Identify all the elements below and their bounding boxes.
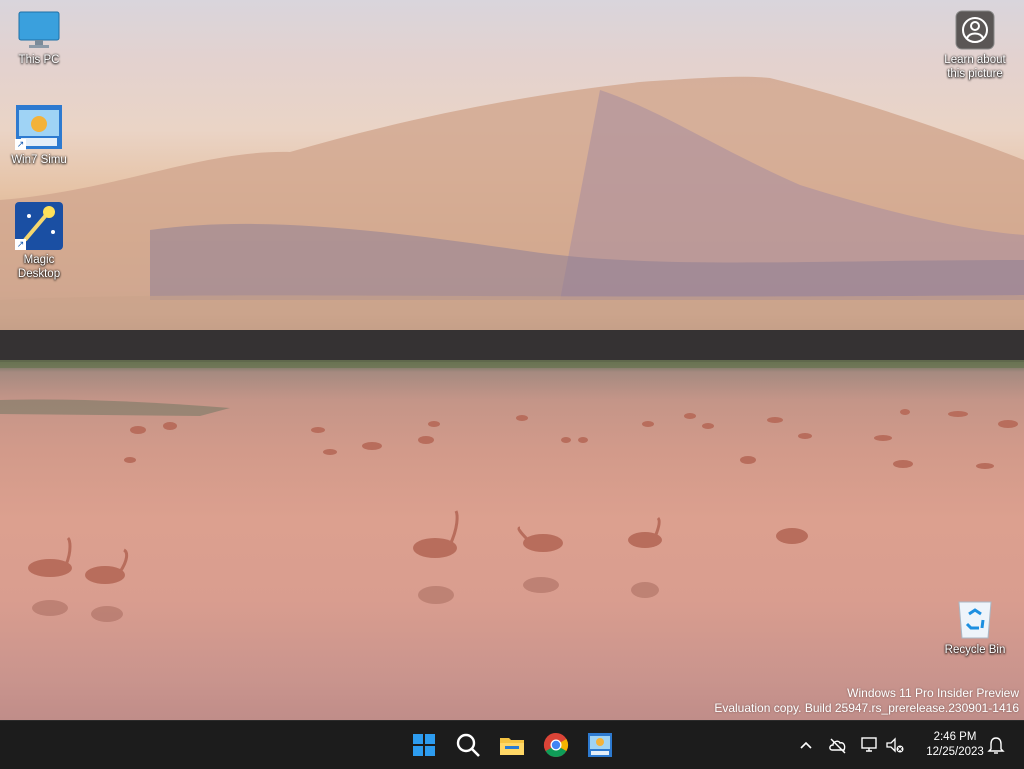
recycle-bin-icon — [955, 598, 995, 640]
watermark-line-2: Evaluation copy. Build 25947.rs_prerelea… — [714, 701, 1019, 715]
taskbar-clock[interactable]: 2:46 PM 12/25/2023 — [924, 730, 986, 760]
desktop-icon-label: Win7 Simu — [11, 154, 67, 166]
wallpaper-landscape — [0, 76, 1024, 622]
desktop-wallpaper: This PC ↗ Win7 Simu ↗ Magic Desktop Lear… — [0, 0, 1024, 720]
evaluation-watermark: Windows 11 Pro Insider Preview Evaluatio… — [714, 686, 1019, 716]
cloud-offline-icon — [829, 738, 846, 754]
search-icon — [456, 733, 480, 757]
onedrive-button[interactable] — [827, 734, 849, 756]
win7-simu-icon: ↗ — [15, 104, 63, 150]
win7-simu-icon — [588, 733, 612, 757]
shortcut-arrow-icon: ↗ — [15, 239, 26, 250]
show-hidden-icons-button[interactable] — [795, 734, 817, 756]
file-explorer-button[interactable] — [496, 729, 528, 761]
desktop-icon-label: This PC — [18, 54, 60, 66]
desktop-icon-recycle-bin[interactable]: Recycle Bin — [939, 598, 1011, 657]
shortcut-arrow-icon: ↗ — [15, 139, 26, 150]
search-button[interactable] — [452, 729, 484, 761]
network-button[interactable] — [859, 734, 881, 756]
file-explorer-icon — [500, 738, 524, 755]
start-button[interactable] — [408, 729, 440, 761]
chrome-icon — [543, 733, 569, 758]
monitor-icon — [17, 10, 61, 50]
network-icon — [861, 737, 877, 752]
chevron-up-icon — [800, 741, 812, 749]
start-icon — [413, 734, 435, 756]
desktop-icon-this-pc[interactable]: This PC — [3, 10, 75, 67]
volume-muted-icon — [886, 737, 904, 753]
learn-about-picture[interactable]: Learn about this picture — [940, 10, 1010, 81]
clock-date: 12/25/2023 — [926, 746, 984, 758]
camera-info-icon — [955, 10, 995, 50]
win7-simu-taskbar-button[interactable] — [584, 729, 616, 761]
learn-about-picture-label: Learn about this picture — [944, 54, 1006, 80]
desktop-icon-win7-simu[interactable]: ↗ Win7 Simu — [3, 104, 75, 167]
volume-button[interactable] — [884, 734, 906, 756]
watermark-line-1: Windows 11 Pro Insider Preview — [847, 686, 1019, 700]
clock-time: 2:46 PM — [933, 731, 977, 743]
taskbar: 2:46 PM 12/25/2023 — [0, 720, 1024, 769]
desktop-icon-label: Magic Desktop — [17, 254, 61, 280]
desktop-icon-magic-desktop[interactable]: ↗ Magic Desktop — [3, 202, 75, 281]
notifications-button[interactable] — [985, 734, 1007, 756]
chrome-button[interactable] — [540, 729, 572, 761]
bell-icon — [987, 737, 1005, 754]
desktop-icon-label: Recycle Bin — [944, 644, 1006, 656]
magic-desktop-icon: ↗ — [15, 202, 63, 250]
